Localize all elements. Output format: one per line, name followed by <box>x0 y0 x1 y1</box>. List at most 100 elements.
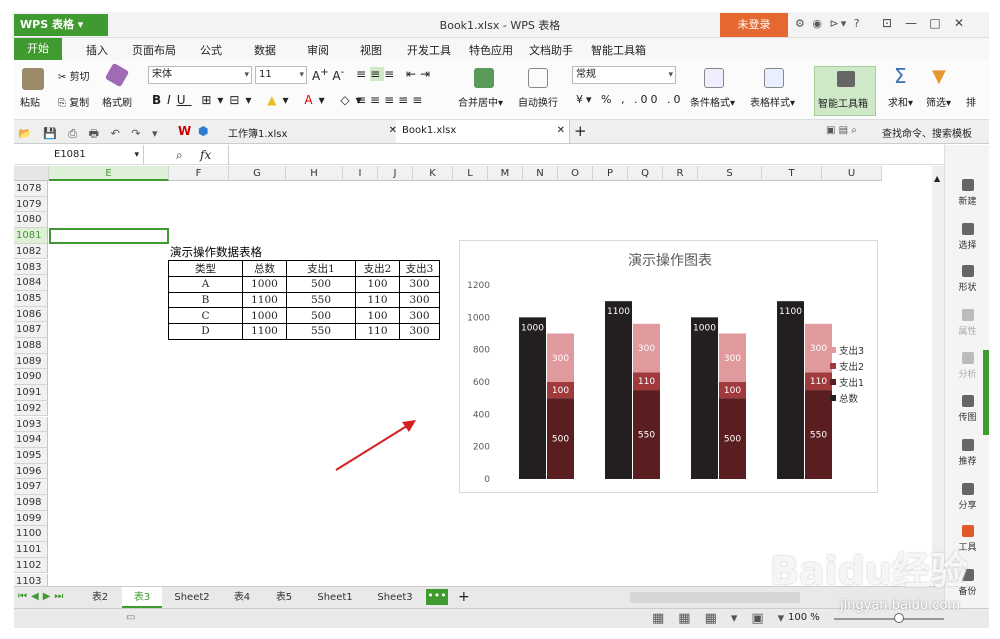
number-format-buttons[interactable]: ¥▾ % ‚ .00 .0 <box>576 93 683 106</box>
sheet-tab[interactable]: Sheet2 <box>164 587 220 608</box>
selected-cell[interactable] <box>49 228 169 244</box>
zoom-level[interactable]: 100 % <box>788 612 820 623</box>
sheet-tab[interactable]: Sheet3 <box>366 587 424 608</box>
row-header[interactable]: 1086 <box>14 306 48 323</box>
sum-icon[interactable]: Σ <box>894 64 907 88</box>
filter-button[interactable]: 筛选▾ <box>926 94 951 109</box>
new-tab-icon[interactable]: + <box>574 122 587 140</box>
sheet-tab-active[interactable]: 表3 <box>122 587 162 608</box>
filter-icon[interactable]: ▼ <box>932 66 946 87</box>
panel-shape[interactable]: 形状 <box>945 265 990 293</box>
row-header[interactable]: 1090 <box>14 369 48 386</box>
select-all-corner[interactable] <box>14 166 49 181</box>
row-header[interactable]: 1099 <box>14 510 48 527</box>
tab-smart-toolbox[interactable]: 智能工具箱 <box>591 42 646 58</box>
table-header-cell[interactable]: 总数 <box>242 260 287 277</box>
table-cell[interactable]: 100 <box>355 276 400 293</box>
smart-toolbox-button[interactable]: 智能工具箱 <box>814 66 876 116</box>
format-painter-icon[interactable] <box>104 62 130 88</box>
row-header[interactable]: 1098 <box>14 495 48 511</box>
row-header[interactable]: 1094 <box>14 432 48 448</box>
wps-icon[interactable]: W <box>178 124 191 138</box>
table-cell[interactable]: 300 <box>399 307 440 325</box>
row-header[interactable]: 1102 <box>14 557 48 574</box>
panel-new[interactable]: 新建 <box>945 179 990 207</box>
table-cell[interactable]: 1000 <box>242 307 287 325</box>
table-cell[interactable]: 110 <box>355 291 400 309</box>
column-header[interactable]: L <box>453 166 488 181</box>
paste-icon[interactable] <box>22 68 44 90</box>
number-format-select[interactable]: 常规 <box>572 66 676 84</box>
more-sheets-button[interactable]: ••• <box>426 589 448 605</box>
table-cell[interactable]: 300 <box>399 323 440 340</box>
table-cell[interactable]: 100 <box>355 307 400 325</box>
chart[interactable]: 演示操作图表 0 200 400 600 800 1000 1200 1000 500 100 30… <box>459 240 878 493</box>
table-cell[interactable]: 300 <box>399 291 440 309</box>
format-painter-button[interactable]: 格式刷 <box>102 94 132 109</box>
tab-page-layout[interactable]: 页面布局 <box>132 42 176 58</box>
panel-recommend[interactable]: 推荐 <box>945 439 990 467</box>
cut-button[interactable]: ✂ 剪切 <box>58 68 90 83</box>
spreadsheet-grid[interactable]: EFGHIJKLMNOPQRSTU 1078 1079 1080 1081 1082 10… <box>14 166 932 586</box>
command-search[interactable]: 查找命令、搜索模板 <box>882 125 972 140</box>
quick-access-toolbar[interactable]: 📂 💾 ⎙ 🖶 ↶ ↷ ▾ <box>18 125 162 144</box>
panel-share[interactable]: 分享 <box>945 483 990 511</box>
maximize-icon[interactable]: □ <box>923 16 947 30</box>
tab-data[interactable]: 数据 <box>254 42 276 58</box>
column-header[interactable]: T <box>762 166 822 181</box>
zoom-slider-thumb[interactable] <box>894 613 904 623</box>
table-header-cell[interactable]: 支出1 <box>286 260 356 277</box>
table-cell[interactable]: 300 <box>399 276 440 293</box>
column-header[interactable]: K <box>413 166 453 181</box>
conditional-format-button[interactable]: 条件格式▾ <box>690 94 735 109</box>
wrap-text-button[interactable]: 自动换行 <box>518 94 558 109</box>
settings-icon[interactable]: ◉ <box>812 17 824 30</box>
column-header[interactable]: E <box>49 166 169 181</box>
skin-icon[interactable]: ⚙ <box>795 17 807 30</box>
font-size-select[interactable]: 11 <box>255 66 307 84</box>
vertical-scrollbar[interactable]: ▲ <box>932 166 944 586</box>
tab-doc-assistant[interactable]: 文档助手 <box>529 42 573 58</box>
close-tab-icon[interactable]: ✕ <box>557 125 565 136</box>
column-header[interactable]: I <box>343 166 378 181</box>
add-sheet-icon[interactable]: + <box>458 589 470 605</box>
sheet-nav-arrows[interactable]: ⏮◀▶⏭ <box>18 591 67 602</box>
wrap-text-icon[interactable] <box>528 68 548 88</box>
row-header[interactable]: 1100 <box>14 526 48 543</box>
copy-button[interactable]: ⎘ 复制 <box>58 94 89 109</box>
font-style-buttons[interactable]: BIU ⊞▾⊟▾ ▲▾ A▾ ◇▾ <box>152 93 368 107</box>
table-cell[interactable]: 1100 <box>242 291 287 309</box>
column-header[interactable]: O <box>558 166 593 181</box>
font-size-buttons[interactable]: A+ A- <box>312 67 344 83</box>
row-header[interactable]: 1097 <box>14 479 48 495</box>
row-header[interactable]: 1085 <box>14 290 48 307</box>
row-header[interactable]: 1095 <box>14 447 48 464</box>
scroll-up-icon[interactable]: ▲ <box>934 174 942 183</box>
sheet-tab[interactable]: 表2 <box>80 587 120 608</box>
row-header[interactable]: 1096 <box>14 463 48 480</box>
sheet-tab[interactable]: Sheet1 <box>306 587 364 608</box>
row-header[interactable]: 1084 <box>14 275 48 291</box>
zoom-slider[interactable] <box>834 618 944 620</box>
table-cell[interactable]: A <box>168 276 243 293</box>
row-header[interactable]: 1103 <box>14 573 48 586</box>
minimize-icon[interactable]: — <box>899 16 923 30</box>
sheet-tab[interactable]: 表5 <box>264 587 304 608</box>
row-header[interactable]: 1083 <box>14 259 48 276</box>
table-cell[interactable]: 110 <box>355 323 400 340</box>
table-cell[interactable]: 1000 <box>242 276 287 293</box>
row-header[interactable]: 1081 <box>14 228 48 244</box>
panel-select[interactable]: 选择 <box>945 223 990 251</box>
panel-collapse-handle[interactable] <box>983 350 989 435</box>
align-buttons[interactable]: ≡≡≡≡≡ <box>356 93 426 107</box>
sheet-tab[interactable]: 表4 <box>222 587 262 608</box>
sort-button[interactable]: 排 <box>966 94 976 109</box>
formula-input[interactable] <box>228 145 944 165</box>
doc-tools-icons[interactable]: ▣ ▤ ⌕ <box>826 125 857 136</box>
merge-center-button[interactable]: 合并居中▾ <box>458 94 503 109</box>
row-header[interactable]: 1093 <box>14 416 48 433</box>
table-cell[interactable]: B <box>168 291 243 309</box>
view-mode-buttons[interactable]: ▦▦▦▾▣▾ <box>652 611 798 626</box>
sum-button[interactable]: 求和▾ <box>888 94 913 109</box>
row-header[interactable]: 1078 <box>14 181 48 197</box>
